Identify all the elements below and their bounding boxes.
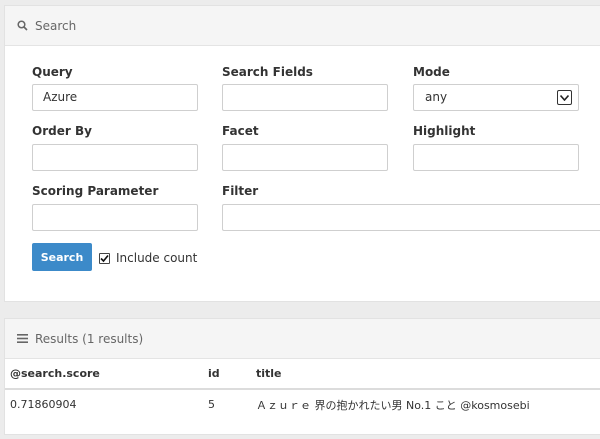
cell-id: 5 [208, 398, 215, 411]
cell-score: 0.71860904 [10, 398, 77, 411]
filter-input[interactable] [222, 204, 600, 231]
facet-input[interactable] [222, 144, 388, 171]
scoring-parameter-label: Scoring Parameter [32, 184, 159, 198]
check-icon [100, 254, 109, 263]
search-button[interactable]: Search [32, 243, 92, 271]
order-by-label: Order By [32, 124, 92, 138]
highlight-input[interactable] [413, 144, 579, 171]
highlight-label: Highlight [413, 124, 476, 138]
query-label: Query [32, 65, 73, 79]
results-panel: Results (1 results) @search.score id tit… [4, 318, 600, 435]
results-header-row: @search.score id title [5, 359, 600, 390]
results-table: @search.score id title 0.71860904 5 Ａｚｕｒ… [5, 359, 600, 419]
scoring-parameter-input[interactable] [32, 204, 198, 231]
search-icon [15, 19, 29, 33]
list-icon [15, 332, 29, 346]
include-count-label: Include count [116, 251, 198, 265]
mode-select[interactable]: any [413, 84, 579, 111]
search-fields-label: Search Fields [222, 65, 313, 79]
mode-label: Mode [413, 65, 450, 79]
filter-label: Filter [222, 184, 259, 198]
search-fields-input[interactable] [222, 84, 388, 111]
order-by-input[interactable] [32, 144, 198, 171]
cell-title: Ａｚｕｒｅ 界の抱かれたい男 No.1 こと @kosmosebi [256, 398, 530, 412]
include-count-checkbox[interactable] [99, 253, 110, 264]
results-panel-header: Results (1 results) [5, 319, 600, 359]
column-header-title: title [256, 359, 600, 390]
search-panel-title: Search [35, 18, 77, 33]
search-panel-header: Search [5, 6, 600, 46]
mode-select-value: any [425, 90, 448, 104]
column-header-score: @search.score [5, 359, 208, 390]
table-row: 0.71860904 5 Ａｚｕｒｅ 界の抱かれたい男 No.1 こと @kos… [5, 389, 600, 419]
query-input[interactable]: Azure [32, 84, 198, 111]
results-panel-title: Results (1 results) [35, 331, 144, 346]
search-panel: Search Query Azure Search Fields Mode an… [4, 5, 600, 302]
column-header-id: id [208, 359, 256, 390]
facet-label: Facet [222, 124, 259, 138]
chevron-down-icon [557, 90, 572, 105]
